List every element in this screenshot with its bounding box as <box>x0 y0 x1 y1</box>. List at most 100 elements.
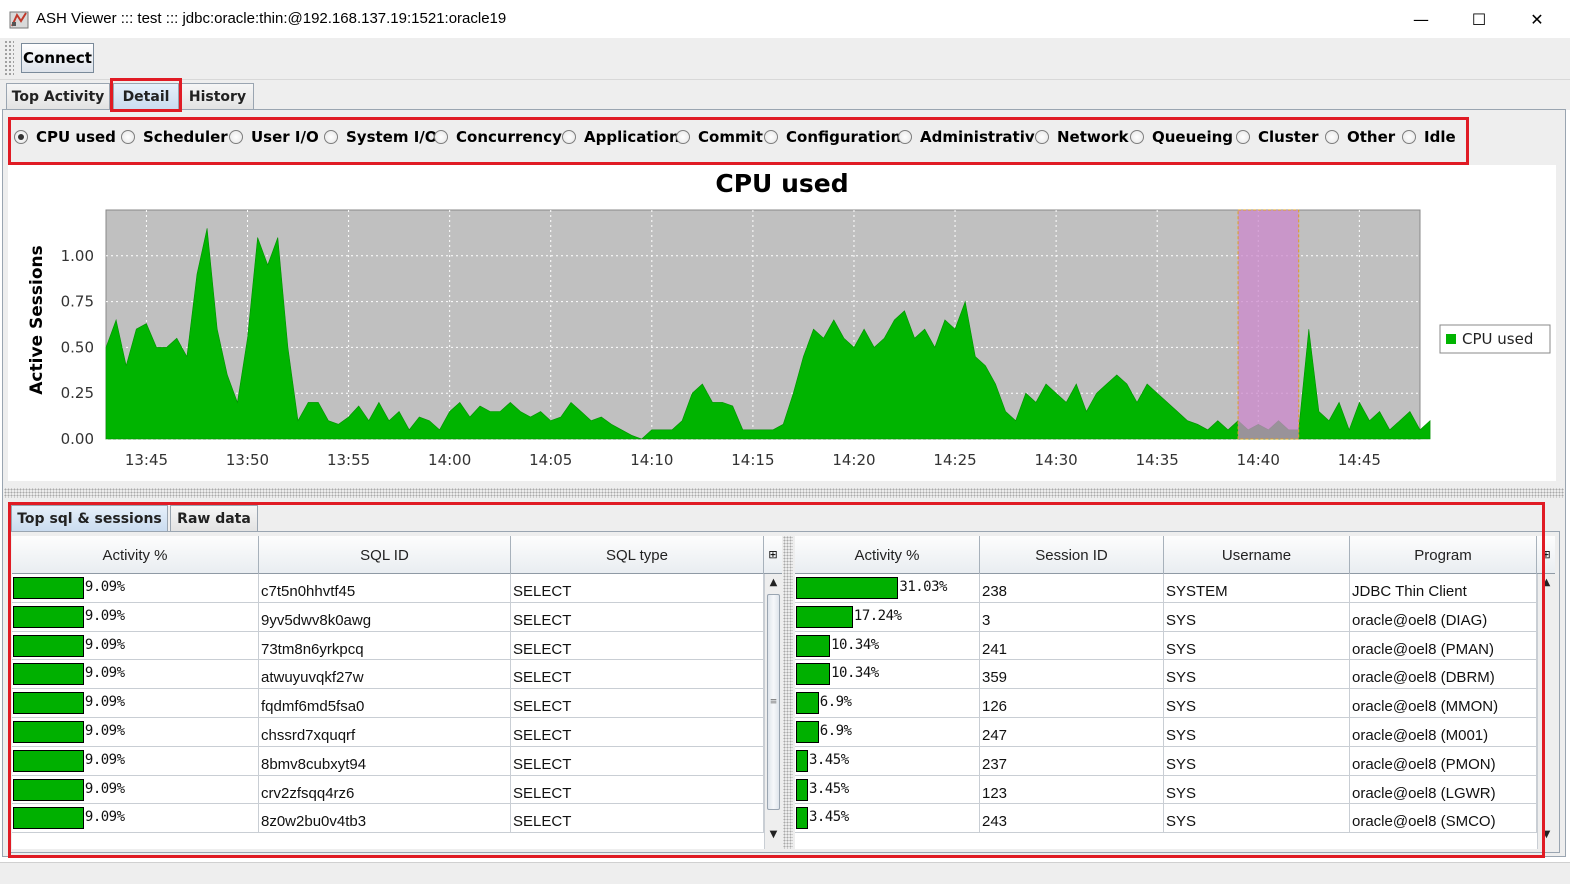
radio-network[interactable]: Network <box>1035 128 1128 146</box>
column-header[interactable]: Program <box>1350 536 1537 574</box>
radio-idle[interactable]: Idle <box>1402 128 1456 146</box>
activity-bar <box>13 663 84 686</box>
scroll-down-button[interactable]: ▼ <box>765 826 782 843</box>
connect-button[interactable]: Connect <box>21 43 94 73</box>
table-row[interactable]: 9.09% c7t5n0hhvtf45 SELECT <box>12 574 764 603</box>
tab-history[interactable]: History <box>181 83 254 110</box>
table-row[interactable]: 9.09% fqdmf6md5fsa0 SELECT <box>12 689 764 718</box>
sql-id-cell: atwuyuvqkf27w <box>259 660 511 689</box>
activity-cell: 17.24% <box>795 602 980 631</box>
radio-label: Commit <box>698 128 763 146</box>
scroll-up-icon: ▲ <box>1542 577 1551 588</box>
column-header[interactable]: SQL ID <box>259 536 511 574</box>
table-split-divider[interactable] <box>783 536 793 849</box>
radio-commit[interactable]: Commit <box>676 128 763 146</box>
activity-cell: 9.09% <box>12 804 259 833</box>
split-pane-divider[interactable] <box>4 488 1564 498</box>
radio-cpu-used[interactable]: CPU used <box>14 128 116 146</box>
table-row[interactable]: 3.45% 243 SYS oracle@oel8 (SMCO) <box>795 804 1537 834</box>
radio-icon <box>1325 130 1339 144</box>
table-row[interactable]: 10.34% 241 SYS oracle@oel8 (PMAN) <box>795 631 1537 661</box>
y-tick-label: 0.75 <box>61 293 94 311</box>
table-row[interactable]: 31.03% 238 SYSTEM JDBC Thin Client <box>795 574 1537 603</box>
sql-table-scrollbar[interactable]: ▲ ≡ ▼ <box>764 574 782 849</box>
radio-scheduler[interactable]: Scheduler <box>121 128 228 146</box>
activity-percent: 9.09% <box>84 694 125 711</box>
activity-percent: 9.09% <box>84 636 125 653</box>
radio-administrative[interactable]: Administrative <box>898 128 1045 146</box>
radio-label: User I/O <box>251 128 319 146</box>
radio-cluster[interactable]: Cluster <box>1236 128 1319 146</box>
close-window-button[interactable]: ✕ <box>1508 0 1566 38</box>
column-header[interactable]: Activity % <box>795 536 980 574</box>
radio-icon <box>898 130 912 144</box>
tab-top-activity[interactable]: Top Activity <box>6 83 110 110</box>
cpu-chart[interactable]: CPU used Active Sessions 0.00 0.25 0.50 0.7… <box>8 165 1556 481</box>
program-cell: JDBC Thin Client <box>1350 574 1537 602</box>
maximize-icon: ☐ <box>1471 9 1487 29</box>
table-row[interactable]: 9.09% 73tm8n6yrkpcq SELECT <box>12 631 764 661</box>
x-tick-label: 14:05 <box>529 451 572 469</box>
activity-percent: 9.09% <box>84 607 125 624</box>
username-cell: SYS <box>1164 775 1350 804</box>
table-row[interactable]: 6.9% 126 SYS oracle@oel8 (MMON) <box>795 689 1537 718</box>
program-cell: oracle@oel8 (MMON) <box>1350 689 1537 718</box>
table-row[interactable]: 9.09% chssrd7xquqrf SELECT <box>12 717 764 747</box>
radio-icon <box>764 130 778 144</box>
scroll-down-button[interactable]: ▼ <box>1538 826 1555 843</box>
tab-detail[interactable]: Detail <box>113 83 179 110</box>
table-row[interactable]: 3.45% 123 SYS oracle@oel8 (LGWR) <box>795 775 1537 805</box>
activity-percent: 17.24% <box>853 607 902 624</box>
session-id-cell: 243 <box>980 804 1164 833</box>
maximize-button[interactable]: ☐ <box>1450 0 1508 38</box>
radio-icon <box>1402 130 1416 144</box>
table-row[interactable]: 17.24% 3 SYS oracle@oel8 (DIAG) <box>795 602 1537 632</box>
table-row[interactable]: 9.09% 8bmv8cubxyt94 SELECT <box>12 746 764 776</box>
username-cell: SYS <box>1164 689 1350 718</box>
radio-concurrency[interactable]: Concurrency <box>434 128 562 146</box>
cpu-chart-panel[interactable]: CPU used Active Sessions 0.00 0.25 0.50 0.7… <box>8 165 1556 481</box>
table-row[interactable]: 9.09% crv2zfsqq4rz6 SELECT <box>12 775 764 805</box>
column-control-button[interactable]: ⊞ <box>764 536 782 574</box>
column-control-button[interactable]: ⊞ <box>1537 536 1555 574</box>
activity-cell: 6.9% <box>795 717 980 746</box>
radio-system-io[interactable]: System I/O <box>324 128 438 146</box>
radio-other[interactable]: Other <box>1325 128 1395 146</box>
toolbar-grip-icon[interactable] <box>4 40 14 76</box>
radio-user-io[interactable]: User I/O <box>229 128 319 146</box>
close-icon: ✕ <box>1530 9 1544 29</box>
column-header[interactable]: Username <box>1164 536 1350 574</box>
tab-top-sql-sessions[interactable]: Top sql & sessions <box>11 505 168 532</box>
table-row[interactable]: 6.9% 247 SYS oracle@oel8 (M001) <box>795 717 1537 747</box>
scroll-up-button[interactable]: ▲ <box>765 574 782 591</box>
radio-icon <box>434 130 448 144</box>
table-row[interactable]: 10.34% 359 SYS oracle@oel8 (DBRM) <box>795 660 1537 690</box>
column-header[interactable]: Session ID <box>980 536 1164 574</box>
radio-icon <box>676 130 690 144</box>
sessions-table-scrollbar[interactable]: ▲ ▼ <box>1537 574 1555 849</box>
x-tick-label: 14:10 <box>630 451 673 469</box>
activity-cell: 3.45% <box>795 804 980 833</box>
radio-selected-icon <box>14 130 28 144</box>
y-tick-label: 0.00 <box>61 430 94 448</box>
window-title: ASH Viewer ::: test ::: jdbc:oracle:thin… <box>36 10 507 27</box>
x-tick-label: 14:35 <box>1136 451 1179 469</box>
radio-queueing[interactable]: Queueing <box>1130 128 1233 146</box>
table-row[interactable]: 3.45% 237 SYS oracle@oel8 (PMON) <box>795 746 1537 776</box>
minimize-button[interactable]: — <box>1392 0 1450 38</box>
tab-raw-data[interactable]: Raw data <box>170 505 258 532</box>
top-sessions-table: Activity % Session ID Username Program ⊞… <box>795 536 1555 849</box>
table-row[interactable]: 9.09% 9yv5dwv8k0awg SELECT <box>12 602 764 632</box>
scroll-thumb[interactable]: ≡ <box>767 594 780 810</box>
radio-label: Administrative <box>920 128 1045 146</box>
column-header[interactable]: SQL type <box>511 536 764 574</box>
radio-configuration[interactable]: Configuration <box>764 128 901 146</box>
radio-application[interactable]: Application <box>562 128 680 146</box>
sql-type-cell: SELECT <box>511 631 764 660</box>
table-row[interactable]: 9.09% atwuyuvqkf27w SELECT <box>12 660 764 690</box>
table-row[interactable]: 9.09% 8z0w2bu0v4tb3 SELECT <box>12 804 764 834</box>
scroll-up-button[interactable]: ▲ <box>1538 574 1555 591</box>
y-tick-label: 0.50 <box>61 338 94 356</box>
column-header[interactable]: Activity % <box>12 536 259 574</box>
activity-cell: 3.45% <box>795 775 980 804</box>
